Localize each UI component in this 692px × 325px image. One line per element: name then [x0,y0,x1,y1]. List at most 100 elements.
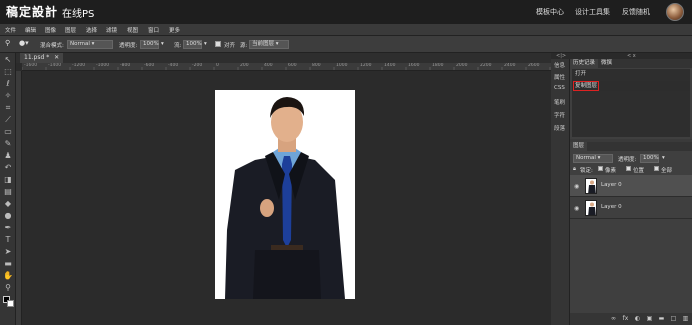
move-tool-icon[interactable]: ↖ [3,55,13,65]
lock-pixels-label: 像素 [605,168,617,174]
opacity-dropdown-icon[interactable]: ▾ [161,41,164,47]
history-brush-icon[interactable]: ↶ [3,163,13,173]
close-icon[interactable]: ✕ [54,54,59,61]
history-list: 打开 复制图层 [572,69,690,137]
clone-stamp-icon[interactable]: ♟ [3,151,13,161]
path-select-icon[interactable]: ➤ [3,247,13,257]
blend-mode-select[interactable]: Normal ▾ [67,40,113,49]
info-panel-button[interactable]: 信息 [554,61,565,69]
properties-panel-button[interactable]: 属性 [554,73,565,81]
lock-all-label: 全部 [661,168,673,174]
ruler-tick-label: -200 [192,63,203,68]
template-center-link[interactable]: 模板中心 [536,7,564,17]
blur-tool-icon[interactable]: ◆ [3,199,13,209]
layer-row[interactable]: ◉ Layer 0 [570,197,692,219]
menu-image[interactable]: 图像 [45,26,56,34]
opacity-input[interactable]: 100% [140,40,159,49]
layer-name: Layer 0 [601,182,622,188]
tab-history[interactable]: 历史记录 [570,59,599,68]
ruler-tick-label: 2400 [504,63,516,68]
magic-wand-icon[interactable]: ✧ [3,91,13,101]
toolbox: ↖ ⬚ ℓ ✧ ⌗ ⟋ ▭ ✎ ♟ ↶ ◨ ▤ ◆ ● ✒ T ➤ ▬ ✋ ⚲ [0,53,16,325]
paragraph-panel-button[interactable]: 段落 [554,124,565,132]
healing-brush-icon[interactable]: ▭ [3,127,13,137]
character-panel-button[interactable]: 字符 [554,111,565,119]
new-layer-icon[interactable]: □ [670,315,677,322]
design-tools-link[interactable]: 设计工具集 [575,7,610,17]
lock-pixels-checkbox[interactable] [598,166,603,171]
menu-layer[interactable]: 图层 [65,26,76,34]
zoom-tool-icon[interactable]: ⚲ [3,283,13,293]
history-panel-tabs: 历史记录 微撰 [570,59,692,68]
portrait-photo [225,97,345,299]
history-item-selected[interactable]: 复制图层 [572,81,690,91]
menu-select[interactable]: 选择 [86,26,97,34]
link-icon[interactable]: ∞ [610,315,617,322]
brand-logo[interactable]: 稿定設計 [6,3,58,20]
tab-layers[interactable]: 图层 [570,142,588,151]
history-item[interactable]: 打开 [572,69,690,79]
brush-tool-icon[interactable]: ✎ [3,139,13,149]
eraser-tool-icon[interactable]: ◨ [3,175,13,185]
document-tab[interactable]: 11.psd * ✕ [20,53,64,63]
marquee-tool-icon[interactable]: ⬚ [3,67,13,77]
stamp-tool-icon[interactable]: ⚲ [5,39,10,47]
mask-icon[interactable]: ▣ [646,315,653,322]
ruler-tick-label: 800 [312,63,321,68]
shape-tool-icon[interactable]: ▬ [3,259,13,269]
menu-view[interactable]: 视图 [127,26,138,34]
flow-dropdown-icon[interactable]: ▾ [204,41,207,47]
ruler-tick-label: 400 [264,63,273,68]
adjustment-icon[interactable]: ◐ [634,315,641,322]
layer-thumbnail [585,178,597,194]
visibility-eye-icon[interactable]: ◉ [574,205,579,212]
ruler-tick-label: 0 [216,63,219,68]
pen-tool-icon[interactable]: ✒ [3,223,13,233]
background-color-swatch[interactable] [7,300,14,307]
ruler-tick-label: 2000 [456,63,468,68]
align-label: 对齐 [224,43,236,49]
lock-position-checkbox[interactable] [626,166,631,171]
menu-file[interactable]: 文件 [5,26,16,34]
dodge-tool-icon[interactable]: ● [3,211,13,221]
ruler-tick-label: 600 [288,63,297,68]
tab-history-2[interactable]: 微撰 [598,59,615,68]
feedback-link[interactable]: 反馈随机 [622,7,650,17]
lasso-tool-icon[interactable]: ℓ [3,79,13,89]
hand-tool-icon[interactable]: ✋ [3,271,13,281]
menu-more[interactable]: 更多 [169,26,180,34]
layer-opacity-input[interactable]: 100% [640,154,659,163]
layer-opacity-label: 透明度: [618,157,637,163]
fx-icon[interactable]: fx [622,315,629,322]
layers-footer: ∞ fx ◐ ▣ ▬ □ ▥ [570,313,692,325]
ruler-tick-label: -400 [168,63,179,68]
document-canvas[interactable] [215,90,355,299]
folder-icon[interactable]: ▬ [658,315,665,322]
crop-tool-icon[interactable]: ⌗ [3,103,13,113]
visibility-eye-icon[interactable]: ◉ [574,183,579,190]
gradient-tool-icon[interactable]: ▤ [3,187,13,197]
layer-blend-select[interactable]: Normal ▾ [573,154,613,163]
highlight-box [573,81,599,91]
menu-edit[interactable]: 编辑 [25,26,36,34]
brush-preset-icon[interactable]: ●▾ [19,39,29,47]
layers-panel-tabs: 图层 [570,142,692,151]
eyedropper-icon[interactable]: ⟋ [3,115,13,125]
align-checkbox[interactable] [215,41,221,47]
menu-window[interactable]: 窗口 [148,26,159,34]
opacity-label: 透明度: [119,43,138,49]
trash-icon[interactable]: ▥ [682,315,689,322]
layer-row[interactable]: ◉ Layer 0 [570,175,692,197]
css-panel-button[interactable]: CSS [554,85,565,91]
brand-subtitle: 在线PS [62,9,95,20]
avatar[interactable] [666,3,684,21]
brush-panel-button[interactable]: 笔刷 [554,98,565,106]
flow-input[interactable]: 100% [183,40,202,49]
menu-bar: 文件 编辑 图像 图层 选择 滤镜 视图 窗口 更多 [0,24,692,36]
layer-opacity-dropdown-icon[interactable]: ▾ [662,155,665,161]
menu-filter[interactable]: 滤镜 [106,26,117,34]
document-tab-label: 11.psd * [24,54,50,61]
sample-select[interactable]: 当前图层 ▾ [249,40,289,49]
type-tool-icon[interactable]: T [3,235,13,245]
lock-all-checkbox[interactable] [654,166,659,171]
